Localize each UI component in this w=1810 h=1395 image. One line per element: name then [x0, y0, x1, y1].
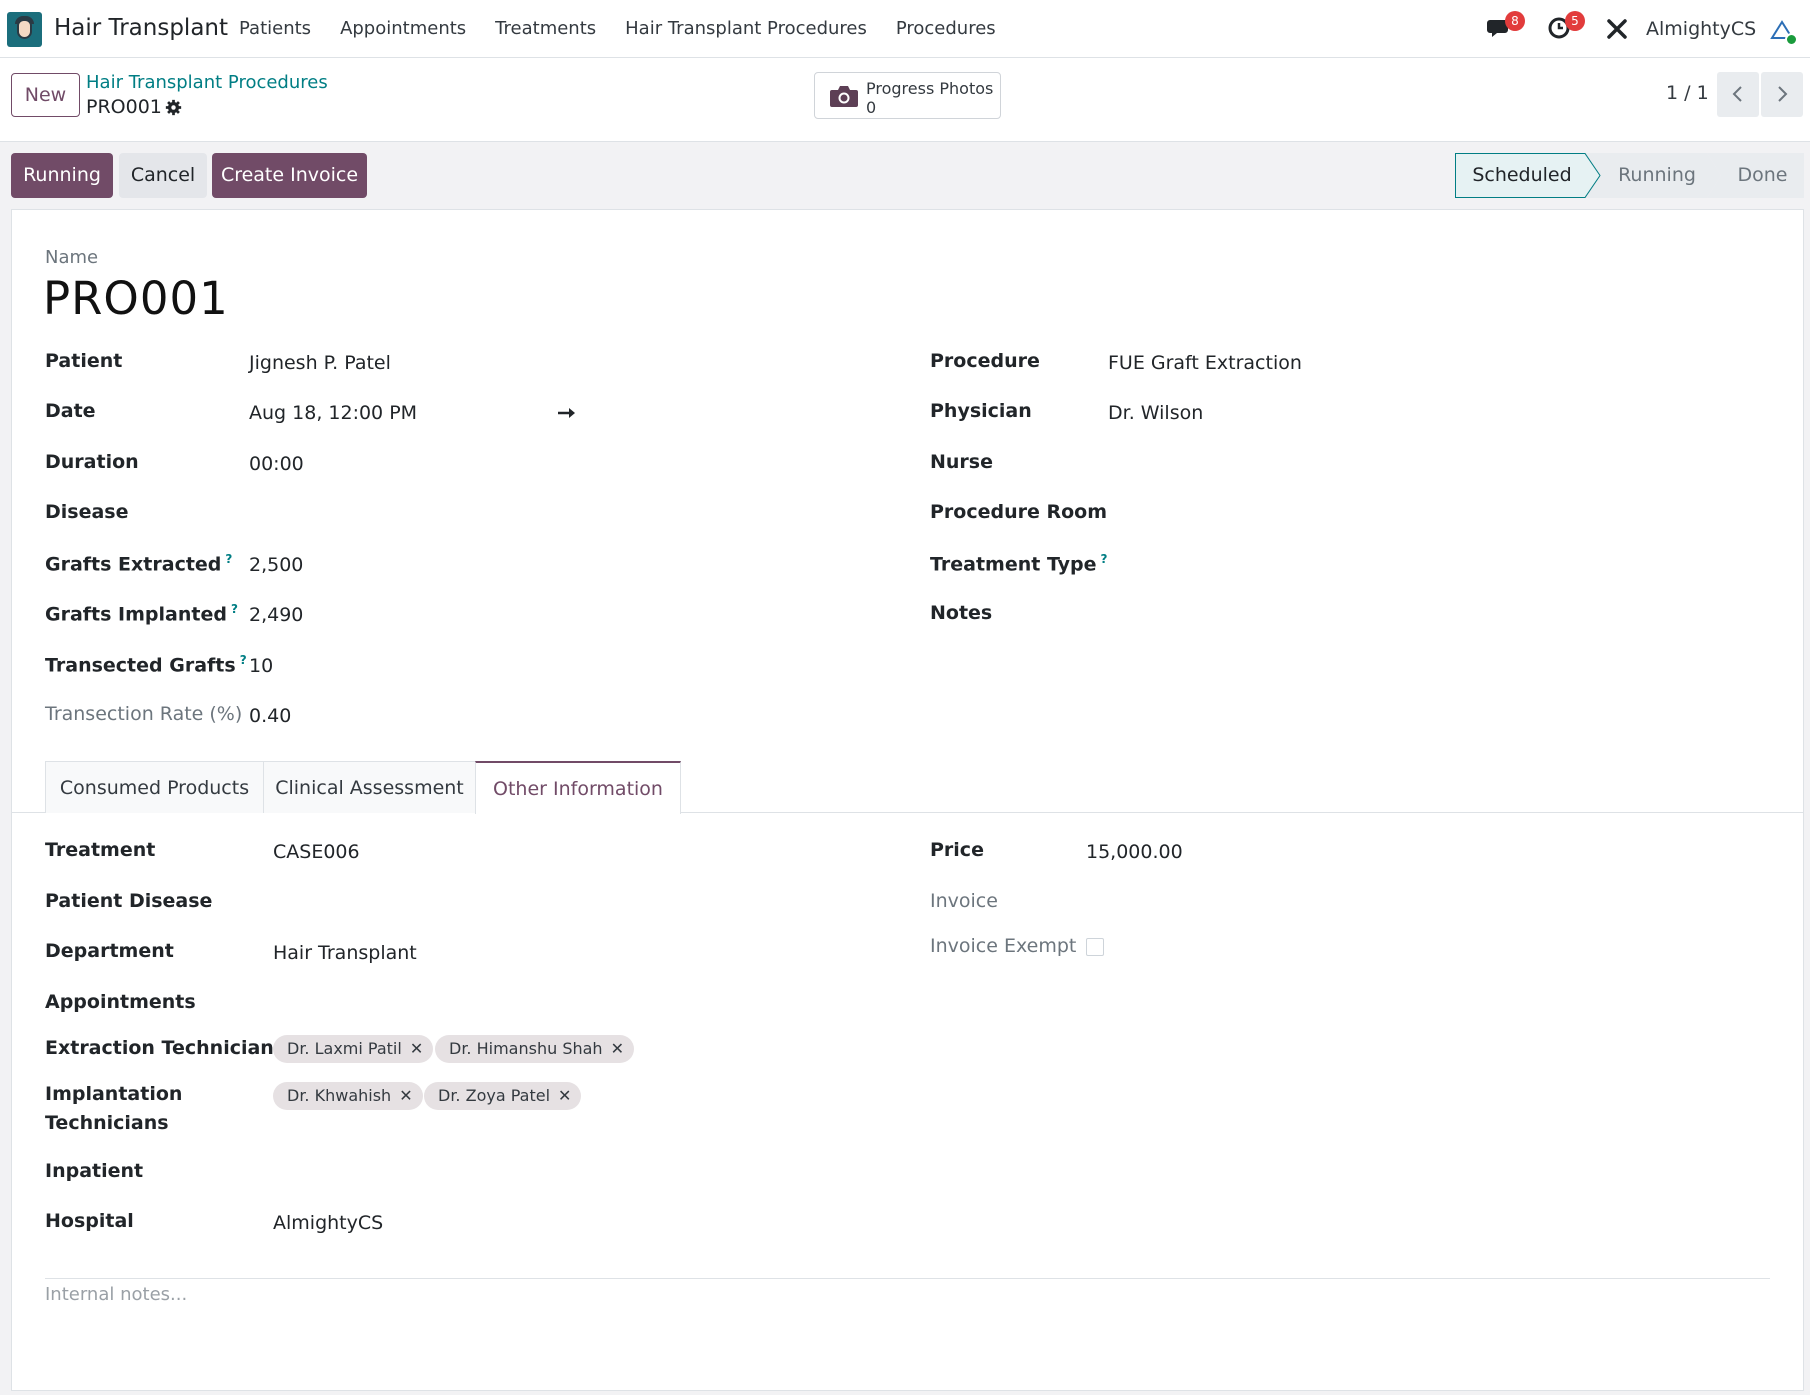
hospital-label: Hospital	[45, 1210, 134, 1232]
close-icon[interactable]: ✕	[410, 1039, 423, 1058]
pager-value[interactable]: 1 / 1	[1666, 82, 1709, 104]
help-icon[interactable]: ?	[231, 602, 238, 616]
tag-zoya-patel[interactable]: Dr. Zoya Patel ✕	[424, 1082, 582, 1110]
tab-clinical-assessment[interactable]: Clinical Assessment	[263, 761, 476, 813]
top-navbar: Hair Transplant Patients Appointments Tr…	[0, 0, 1810, 58]
messages-button[interactable]: 8	[1487, 11, 1525, 46]
tab-other-information[interactable]: Other Information	[475, 761, 681, 814]
name-label: Name	[45, 247, 99, 268]
smart-button-value: 0	[866, 98, 877, 117]
arrow-right-icon	[558, 408, 575, 418]
treatment-label: Treatment	[45, 839, 156, 861]
close-icon[interactable]: ✕	[558, 1086, 571, 1105]
pager-previous-button[interactable]	[1717, 72, 1759, 117]
patient-disease-label: Patient Disease	[45, 890, 213, 912]
duration-field[interactable]: 00:00	[249, 453, 304, 475]
nurse-label: Nurse	[930, 451, 993, 473]
app-logo-icon[interactable]	[7, 12, 42, 47]
date-label: Date	[45, 400, 96, 422]
help-icon[interactable]: ?	[240, 653, 247, 667]
department-label: Department	[45, 940, 174, 962]
date-start-field[interactable]: Aug 18, 12:00 PM	[249, 402, 417, 424]
name-field[interactable]: PRO001	[43, 272, 229, 325]
procedure-field[interactable]: FUE Graft Extraction	[1108, 352, 1302, 374]
messages-badge: 8	[1505, 11, 1525, 31]
patient-label: Patient	[45, 350, 123, 372]
online-status-icon	[1785, 33, 1798, 46]
camera-icon	[830, 86, 858, 107]
grafts-extracted-field[interactable]: 2,500	[249, 554, 303, 576]
help-icon[interactable]: ?	[225, 552, 232, 566]
gear-icon[interactable]	[165, 99, 182, 116]
notes-label: Notes	[930, 602, 993, 624]
new-button[interactable]: New	[11, 73, 80, 117]
physician-label: Physician	[930, 400, 1032, 422]
menu-treatments[interactable]: Treatments	[495, 18, 596, 39]
activities-button[interactable]: 5	[1547, 11, 1585, 46]
price-field[interactable]: 15,000.00	[1086, 841, 1183, 863]
procedure-label: Procedure	[930, 350, 1040, 372]
implantation-technicians-label-line1: Implantation	[45, 1083, 183, 1105]
department-field[interactable]: Hair Transplant	[273, 942, 417, 964]
menu-patients[interactable]: Patients	[239, 18, 311, 39]
chevron-left-icon	[1732, 86, 1742, 102]
treatment-type-label: Treatment Type?	[930, 552, 1108, 576]
main-menu: Patients Appointments Treatments Hair Tr…	[239, 18, 1025, 39]
duration-label: Duration	[45, 451, 139, 473]
debug-tools-button[interactable]	[1606, 18, 1628, 45]
implantation-technicians-label-line2: Technicians	[45, 1112, 169, 1134]
internal-notes-input[interactable]: Internal notes...	[45, 1284, 187, 1305]
breadcrumb-current: PRO001	[86, 96, 162, 118]
create-invoice-button[interactable]: Create Invoice	[212, 153, 367, 198]
physician-field[interactable]: Dr. Wilson	[1108, 402, 1203, 424]
patient-field[interactable]: Jignesh P. Patel	[249, 352, 391, 374]
transection-rate-label: Transection Rate (%)	[45, 703, 243, 725]
disease-label: Disease	[45, 501, 129, 523]
notes-divider	[45, 1278, 1770, 1279]
appointments-label: Appointments	[45, 991, 196, 1013]
close-icon[interactable]: ✕	[611, 1039, 624, 1058]
treatment-field[interactable]: CASE006	[273, 841, 360, 863]
help-icon[interactable]: ?	[1101, 552, 1108, 566]
menu-procedures[interactable]: Procedures	[896, 18, 996, 39]
stage-done[interactable]: Done	[1721, 153, 1804, 198]
hospital-field[interactable]: AlmightyCS	[273, 1212, 383, 1234]
close-icon[interactable]: ✕	[399, 1086, 412, 1105]
extraction-technicians-label: Extraction Technicians	[45, 1037, 286, 1059]
procedure-room-label: Procedure Room	[930, 501, 1108, 523]
invoice-exempt-checkbox[interactable]	[1086, 938, 1104, 956]
grafts-implanted-label: Grafts Implanted?	[45, 602, 238, 626]
tag-khwahish[interactable]: Dr. Khwahish ✕	[273, 1082, 423, 1110]
breadcrumb-parent[interactable]: Hair Transplant Procedures	[86, 72, 328, 93]
smart-button-label: Progress Photos	[866, 79, 994, 98]
menu-appointments[interactable]: Appointments	[340, 18, 466, 39]
progress-photos-button[interactable]: Progress Photos 0	[814, 72, 1001, 119]
tag-himanshu-shah[interactable]: Dr. Himanshu Shah ✕	[435, 1035, 634, 1063]
invoice-exempt-label: Invoice Exempt	[930, 935, 1077, 957]
chevron-right-icon	[1778, 86, 1788, 102]
running-button[interactable]: Running	[11, 153, 113, 198]
transection-rate-field: 0.40	[249, 705, 292, 727]
statusbar: Running Cancel Create Invoice Scheduled …	[0, 142, 1810, 209]
grafts-extracted-label: Grafts Extracted?	[45, 552, 233, 576]
activities-badge: 5	[1565, 11, 1585, 31]
app-name[interactable]: Hair Transplant	[54, 15, 228, 41]
grafts-implanted-field[interactable]: 2,490	[249, 604, 303, 626]
pager-next-button[interactable]	[1761, 72, 1803, 117]
cancel-button[interactable]: Cancel	[119, 153, 207, 198]
price-label: Price	[930, 839, 984, 861]
tab-consumed-products[interactable]: Consumed Products	[45, 761, 264, 813]
stage-running[interactable]: Running	[1597, 153, 1717, 198]
tag-laxmi-patil[interactable]: Dr. Laxmi Patil ✕	[273, 1035, 434, 1063]
menu-hair-transplant-procedures[interactable]: Hair Transplant Procedures	[625, 18, 867, 39]
stage-scheduled[interactable]: Scheduled	[1455, 153, 1589, 198]
transected-grafts-label: Transected Grafts?	[45, 653, 247, 677]
transected-grafts-field[interactable]: 10	[249, 655, 273, 677]
control-panel: New Hair Transplant Procedures PRO001 Pr…	[0, 58, 1810, 142]
company-switcher[interactable]: AlmightyCS	[1646, 18, 1756, 40]
invoice-label: Invoice	[930, 890, 998, 912]
user-avatar[interactable]	[1770, 20, 1798, 46]
inpatient-label: Inpatient	[45, 1160, 144, 1182]
tools-icon	[1607, 19, 1627, 39]
